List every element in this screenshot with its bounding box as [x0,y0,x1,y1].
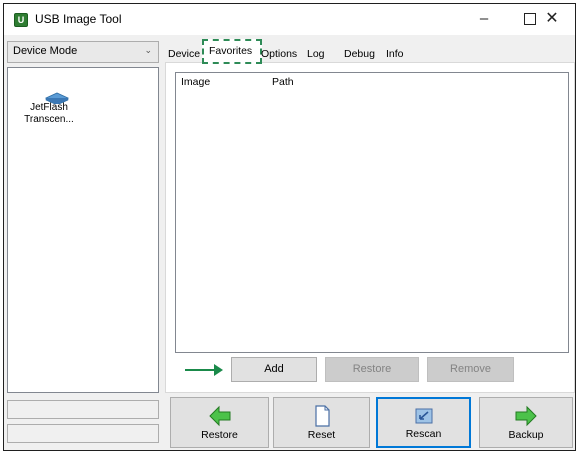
tab-debug[interactable]: Debug [344,45,375,64]
status-field-2 [7,424,159,443]
app-logo-icon: U [14,13,28,27]
title-bar: U USB Image Tool – ✕ [4,4,575,35]
column-header-path[interactable]: Path [272,76,294,88]
tab-info[interactable]: Info [386,45,404,64]
reset-label: Reset [307,429,336,441]
arrow-right-icon [515,405,537,427]
remove-favorite-button[interactable]: Remove [427,357,514,382]
annotation-arrowhead [214,364,223,376]
minimize-button[interactable]: – [461,4,507,35]
tab-options[interactable]: Options [261,45,297,64]
restore-favorite-button[interactable]: Restore [325,357,419,382]
favorites-list[interactable] [175,72,569,353]
device-mode-value: Device Mode [13,45,78,57]
restore-button[interactable]: Restore [170,397,269,448]
column-header-image[interactable]: Image [181,76,210,88]
device-mode-select[interactable]: Device Mode ⌄ [7,41,159,63]
restore-label: Restore [201,429,238,441]
device-list[interactable]: JetFlash Transcen... [7,67,159,393]
status-field-1 [7,400,159,419]
chevron-down-icon: ⌄ [144,45,152,55]
tab-device[interactable]: Device [168,45,200,64]
rescan-icon [415,408,432,424]
backup-label: Backup [508,429,544,441]
blank-document-icon [314,405,330,427]
close-button[interactable]: ✕ [529,4,575,35]
backup-button[interactable]: Backup [479,397,573,448]
window-title: USB Image Tool [35,12,122,26]
tab-log[interactable]: Log [307,45,325,64]
rescan-button[interactable]: Rescan [376,397,471,448]
device-label: JetFlash Transcen... [24,102,74,125]
arrow-left-icon [208,405,230,427]
reset-button[interactable]: Reset [273,397,370,448]
tab-favorites[interactable]: Favorites [202,39,262,64]
rescan-label: Rescan [405,428,442,440]
annotation-arrow-icon [185,369,216,371]
add-favorite-button[interactable]: Add [231,357,317,382]
device-item-jetflash[interactable]: JetFlash Transcen... [13,78,85,140]
